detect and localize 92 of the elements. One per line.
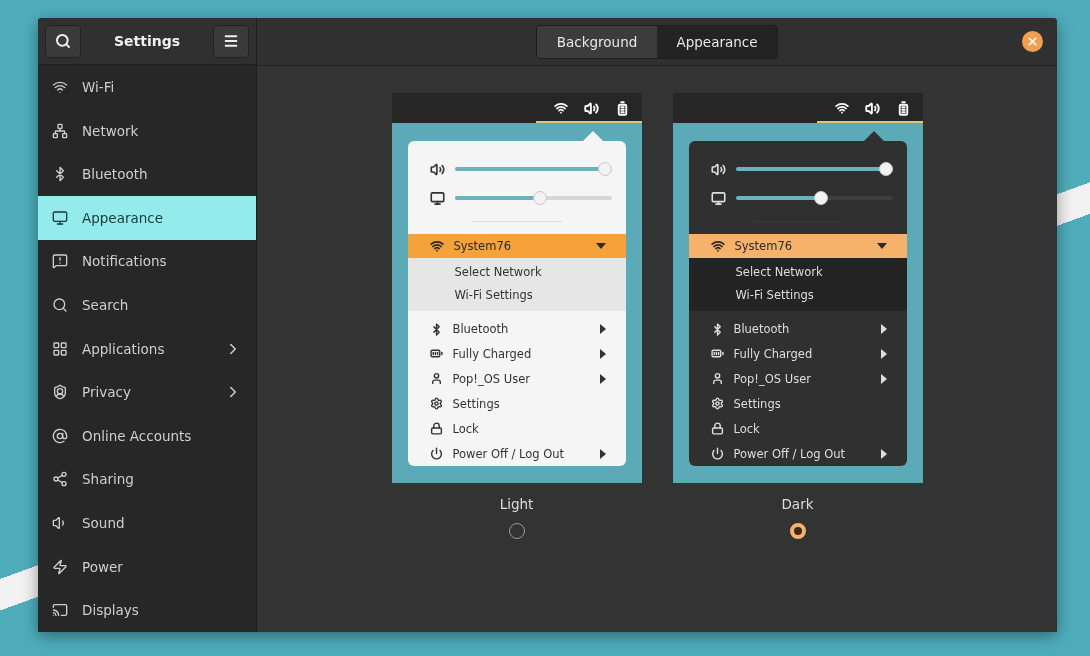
wifi-icon	[834, 101, 849, 115]
menu-item[interactable]: Lock	[688, 416, 907, 442]
slider-thumb[interactable]	[878, 162, 893, 177]
cast-icon	[52, 602, 68, 619]
menu-item[interactable]: Settings	[407, 391, 626, 417]
lightning-icon	[52, 558, 68, 575]
search-button[interactable]	[45, 24, 81, 58]
sidebar-item[interactable]: Privacy	[38, 370, 256, 415]
sidebar-item[interactable]: Search	[38, 283, 256, 327]
network-row[interactable]: System76	[407, 233, 626, 258]
network-row[interactable]: System76	[688, 233, 907, 258]
submenu-arrow-icon	[599, 324, 606, 335]
menu-item[interactable]: Power Off / Log Out	[407, 441, 626, 466]
sidebar-item[interactable]: Displays	[38, 588, 256, 632]
volume-slider[interactable]	[735, 162, 893, 177]
menu-button[interactable]	[213, 24, 249, 58]
close-button[interactable]	[1022, 31, 1043, 52]
lock-icon	[710, 422, 724, 436]
sidebar-item[interactable]: Power	[38, 544, 256, 589]
wifi-icon	[429, 238, 444, 253]
speaker-icon	[710, 161, 726, 177]
submenu-arrow-icon	[599, 373, 606, 384]
slider-thumb[interactable]	[533, 191, 548, 206]
wifi-icon	[553, 101, 568, 115]
sidebar-item[interactable]: Wi-Fi	[38, 65, 256, 109]
power-icon	[710, 447, 724, 460]
monitor-icon	[429, 190, 445, 206]
lock-icon	[429, 422, 443, 436]
search-icon	[52, 297, 68, 314]
menu-item[interactable]: Bluetooth	[688, 316, 907, 342]
settings-icon	[429, 397, 443, 411]
speaker-icon	[864, 100, 880, 116]
shield-icon	[52, 384, 68, 401]
share-icon	[52, 471, 68, 488]
submenu-arrow-icon	[599, 348, 606, 359]
sidebar-item[interactable]: Network	[38, 108, 256, 153]
menu-item[interactable]: Fully Charged	[407, 341, 626, 367]
sidebar-item[interactable]: Appearance	[38, 196, 256, 240]
dropdown-arrow-icon	[595, 242, 606, 249]
menu-icon	[223, 33, 239, 50]
tab[interactable]: Appearance	[657, 25, 777, 58]
menu-item[interactable]: Bluetooth	[407, 316, 626, 342]
wifi-icon	[52, 79, 68, 96]
sidebar-item[interactable]: Sound	[38, 501, 256, 545]
menu-item[interactable]: Wi-Fi Settings	[407, 283, 626, 307]
search-icon	[55, 33, 71, 50]
settings-icon	[710, 397, 724, 411]
theme-preview[interactable]: System76 Select Network Wi-Fi Settings Bluetooth Fully Charged Pop!_OS User Settings Lock Power Off / Log Out	[672, 93, 923, 483]
menu-item[interactable]: Fully Charged	[688, 341, 907, 367]
monitor-icon	[52, 209, 68, 226]
power-icon	[429, 447, 443, 460]
submenu-arrow-icon	[880, 448, 887, 459]
user-icon	[710, 372, 724, 386]
theme-label: Light	[499, 496, 534, 512]
at-sign-icon	[52, 427, 68, 444]
menu-item[interactable]: Power Off / Log Out	[688, 441, 907, 466]
volume-slider[interactable]	[454, 162, 612, 177]
menu-item[interactable]: Settings	[688, 391, 907, 417]
dropdown-arrow-icon	[876, 242, 887, 249]
monitor-icon	[710, 190, 726, 206]
theme-label: Dark	[781, 496, 814, 512]
sidebar-item[interactable]: Notifications	[38, 239, 256, 284]
slider-thumb[interactable]	[814, 191, 829, 206]
submenu-arrow-icon	[880, 324, 887, 335]
user-icon	[429, 372, 443, 386]
theme-preview[interactable]: System76 Select Network Wi-Fi Settings Bluetooth Fully Charged Pop!_OS User Settings Lock Power Off / Log Out	[391, 93, 642, 483]
sidebar-item[interactable]: Bluetooth	[38, 152, 256, 197]
submenu-arrow-icon	[880, 348, 887, 359]
menu-item[interactable]: Select Network	[407, 260, 626, 284]
menu-item[interactable]: Wi-Fi Settings	[688, 283, 907, 307]
sidebar-item[interactable]: Online Accounts	[38, 414, 256, 458]
speaker-icon	[429, 161, 445, 177]
tab[interactable]: Background	[537, 25, 657, 58]
menu-item[interactable]: Pop!_OS User	[688, 366, 907, 392]
brightness-slider[interactable]	[454, 191, 612, 206]
wifi-icon	[710, 238, 725, 253]
close-icon	[1026, 35, 1039, 48]
grid-icon	[52, 340, 68, 357]
notification-icon	[52, 253, 68, 270]
radio-button[interactable]	[789, 523, 806, 539]
window-title: Settings	[113, 33, 181, 50]
submenu-arrow-icon	[880, 373, 887, 384]
menu-item[interactable]: Lock	[407, 416, 626, 442]
sidebar-item[interactable]: Sharing	[38, 457, 256, 502]
menu-item[interactable]: Pop!_OS User	[407, 366, 626, 392]
sidebar-item[interactable]: Applications	[38, 326, 256, 371]
speaker-icon	[583, 100, 599, 116]
network-icon	[52, 122, 68, 139]
slider-thumb[interactable]	[597, 162, 612, 177]
submenu-arrow-icon	[599, 448, 606, 459]
brightness-slider[interactable]	[735, 191, 893, 206]
menu-item[interactable]: Select Network	[688, 260, 907, 284]
